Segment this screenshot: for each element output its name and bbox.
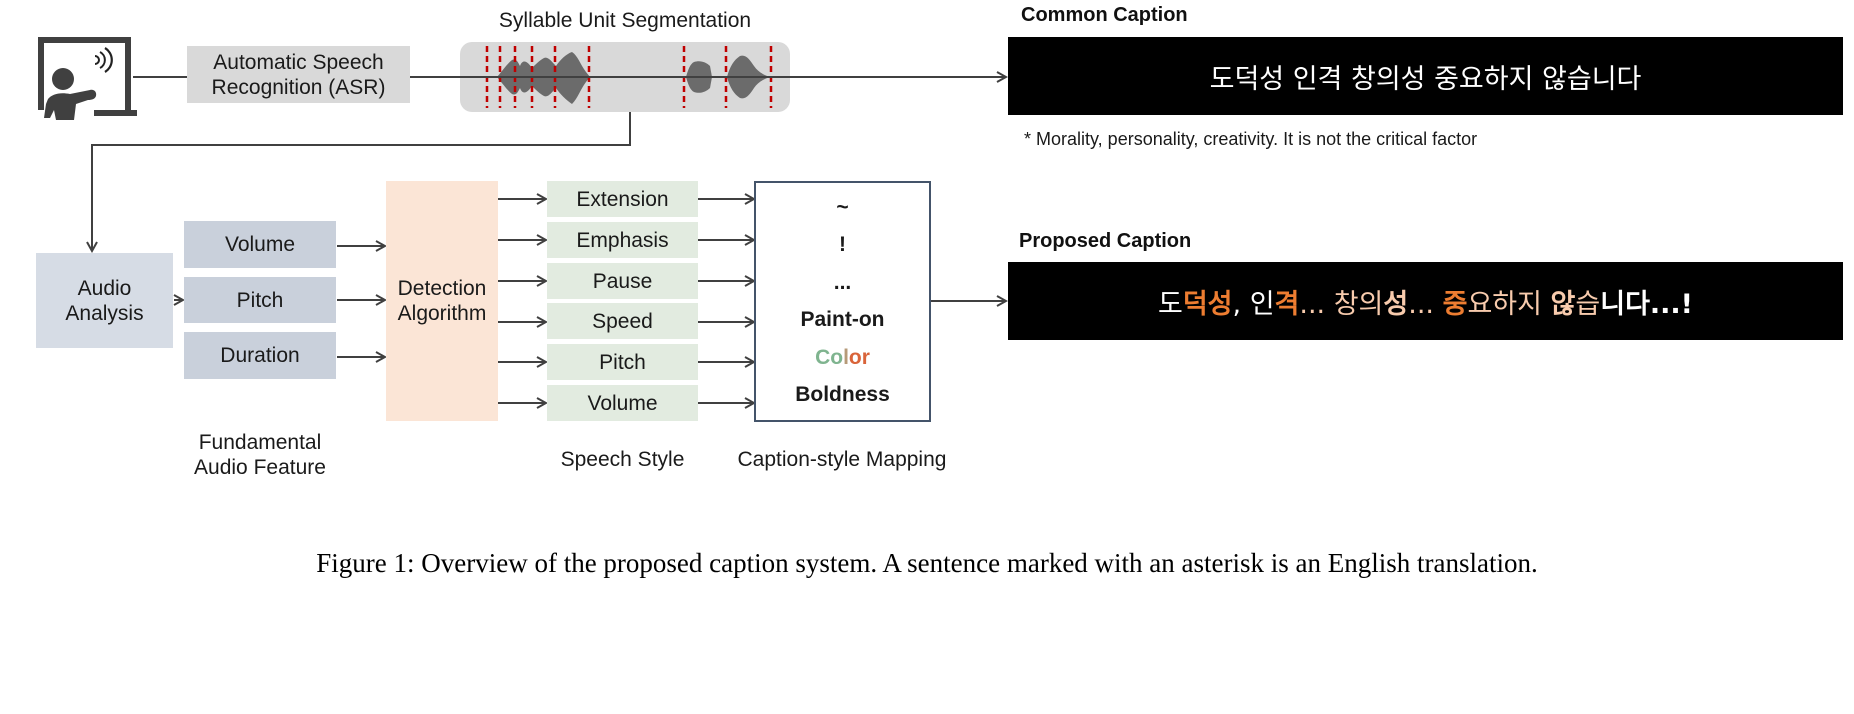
caption-style-mapping-box: ~ ! ... Paint-on Color Boldness: [754, 181, 931, 422]
style-speed-box: Speed: [547, 303, 698, 339]
common-caption-text: 도덕성 인격 창의성 중요하지 않습니다: [1209, 63, 1642, 95]
proposed-caption-box: 도덕성, 인격... 창의성... 중요하지 않습니다...!: [1008, 262, 1843, 340]
caption-segment: 습: [1575, 288, 1601, 320]
color-word-part: Co: [815, 345, 844, 369]
feature-volume-box: Volume: [184, 221, 336, 268]
feature-pitch-box: Pitch: [184, 277, 336, 323]
style-volume-box: Volume: [547, 385, 698, 421]
caption-style-mapping-caption: Caption-style Mapping: [737, 448, 947, 471]
style-pause-box: Pause: [547, 263, 698, 299]
common-caption-translation: * Morality, personality, creativity. It …: [1024, 129, 1478, 149]
proposed-caption-title: Proposed Caption: [1019, 230, 1192, 252]
caption-segment: 니다...!: [1600, 288, 1693, 320]
color-word-part: or: [848, 345, 870, 369]
feature-duration-box: Duration: [184, 332, 336, 379]
mapping-exclamation: !: [839, 233, 846, 257]
caption-segment: 요하지: [1467, 288, 1551, 320]
caption-segment: ... 창의: [1299, 288, 1384, 320]
style-emphasis-box: Emphasis: [547, 222, 698, 258]
teacher-presenting-speaking-icon: [38, 37, 137, 120]
caption-segment: ...: [1408, 288, 1443, 320]
common-caption-box: 도덕성 인격 창의성 중요하지 않습니다: [1008, 37, 1843, 115]
proposed-caption-text: 도덕성, 인격... 창의성... 중요하지 않습니다...!: [1158, 282, 1693, 321]
caption-segment: 덕성: [1182, 288, 1233, 320]
detection-line2: Algorithm: [397, 302, 487, 325]
style-extension-box: Extension: [547, 181, 698, 217]
caption-segment: 중: [1442, 288, 1468, 320]
audio-analysis-line1: Audio: [77, 276, 132, 300]
caption-segment: 성: [1383, 288, 1409, 320]
caption-segment: 도: [1158, 288, 1183, 320]
common-caption-title: Common Caption: [1021, 4, 1188, 26]
detection-line1: Detection: [397, 277, 487, 300]
caption-segment: 않: [1550, 288, 1576, 320]
mapping-tilde: ~: [836, 195, 849, 219]
audio-analysis-box: Audio Analysis: [36, 253, 173, 348]
fundamental-feature-caption-line2: Audio Feature: [194, 456, 326, 479]
asr-label-line1: Automatic Speech: [213, 50, 384, 74]
style-pitch-box: Pitch: [547, 344, 698, 380]
caption-segment: , 인: [1232, 288, 1275, 320]
figure-caption: Figure 1: Overview of the proposed capti…: [316, 548, 1538, 578]
audio-analysis-line2: Analysis: [65, 301, 144, 325]
mapping-paint-on: Paint-on: [800, 308, 885, 332]
mapping-color: Color: [815, 344, 870, 372]
caption-segment: 격: [1274, 288, 1300, 320]
segmentation-title: Syllable Unit Segmentation: [498, 9, 752, 32]
speech-style-caption: Speech Style: [560, 448, 685, 471]
detection-algorithm-box: Detection Algorithm: [386, 181, 498, 421]
fundamental-feature-caption-line1: Fundamental: [198, 431, 322, 454]
asr-label-line2: Recognition (ASR): [211, 75, 386, 99]
mapping-ellipsis: ...: [833, 270, 852, 294]
fundamental-feature-caption: Fundamental Audio Feature: [160, 430, 360, 480]
mapping-boldness: Boldness: [795, 383, 890, 407]
asr-box: Automatic Speech Recognition (ASR): [187, 46, 410, 103]
